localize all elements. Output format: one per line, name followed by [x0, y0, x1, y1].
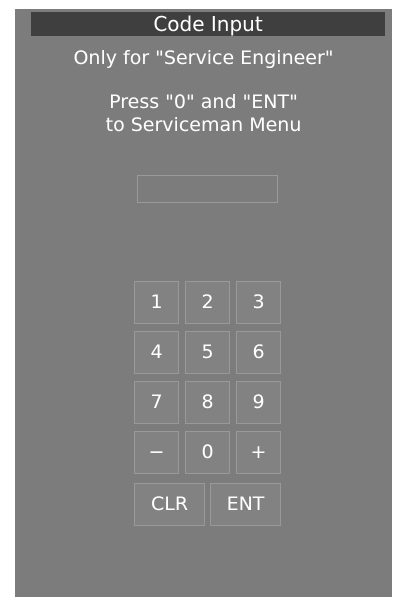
key-5-button[interactable]: 5	[185, 331, 230, 374]
key-plus-button[interactable]: +	[236, 431, 281, 474]
key-minus-button[interactable]: −	[134, 431, 179, 474]
key-2-button[interactable]: 2	[185, 281, 230, 324]
dialog-title: Code Input	[31, 12, 385, 36]
dialog-subtitle: Only for "Service Engineer"	[73, 47, 334, 69]
key-9-button[interactable]: 9	[236, 381, 281, 424]
code-input-field[interactable]	[137, 175, 278, 203]
key-0-button[interactable]: 0	[185, 431, 230, 474]
clear-button[interactable]: CLR	[134, 483, 205, 526]
instruction-line-2: to Serviceman Menu	[105, 114, 302, 136]
instruction-text: Press "0" and "ENT" to Serviceman Menu	[15, 91, 392, 137]
key-8-button[interactable]: 8	[185, 381, 230, 424]
key-7-button[interactable]: 7	[134, 381, 179, 424]
key-4-button[interactable]: 4	[134, 331, 179, 374]
instruction-line-1: Press "0" and "ENT"	[109, 91, 298, 113]
key-1-button[interactable]: 1	[134, 281, 179, 324]
code-input-panel: Code Input Only for "Service Engineer" P…	[15, 9, 392, 597]
key-6-button[interactable]: 6	[236, 331, 281, 374]
enter-button[interactable]: ENT	[210, 483, 281, 526]
key-3-button[interactable]: 3	[236, 281, 281, 324]
